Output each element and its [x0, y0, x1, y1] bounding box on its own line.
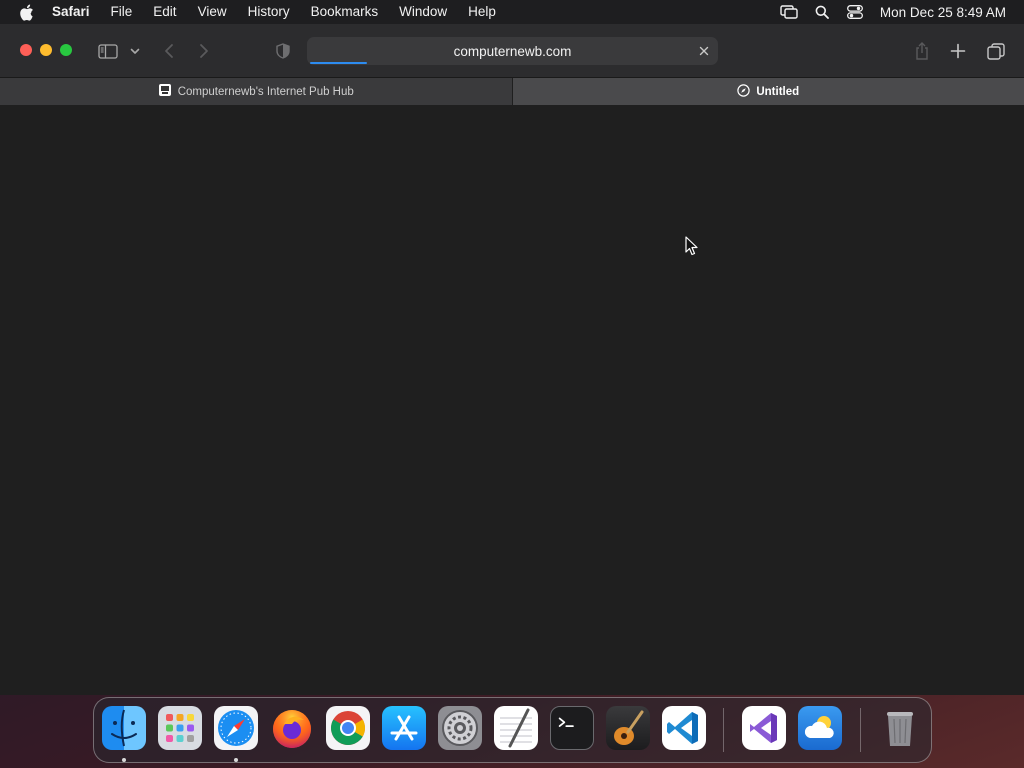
spotlight-search-icon[interactable]	[806, 0, 839, 24]
sidebar-toggle-icon[interactable]	[96, 39, 120, 63]
launchpad-dock-icon[interactable]	[158, 706, 202, 750]
close-window-button[interactable]	[20, 44, 32, 56]
menu-app-name[interactable]: Safari	[52, 0, 100, 24]
share-icon[interactable]	[912, 39, 932, 63]
tab-title: Computernewb's Internet Pub Hub	[177, 85, 354, 98]
finder-running-indicator	[122, 758, 126, 762]
zoom-window-button[interactable]	[60, 44, 72, 56]
menu-view[interactable]: View	[187, 0, 237, 24]
web-content-area[interactable]	[0, 106, 1024, 695]
new-tab-plus-icon[interactable]	[948, 39, 968, 63]
tab-title: Untitled	[756, 85, 800, 98]
menu-history[interactable]: History	[237, 0, 300, 24]
control-center-icon[interactable]	[839, 0, 872, 24]
apple-menu-icon[interactable]	[0, 0, 52, 24]
menu-clock[interactable]: Mon Dec 25 8:49 AM	[872, 5, 1006, 20]
screen-mirroring-icon[interactable]	[773, 0, 806, 24]
page-load-progress-bar	[310, 62, 367, 64]
tab-bar: Computernewb's Internet Pub Hub Untitled	[0, 78, 1024, 105]
address-text[interactable]: computernewb.com	[454, 44, 572, 59]
safari-running-indicator	[234, 758, 238, 762]
app-store-dock-icon[interactable]	[382, 706, 426, 750]
tab-overview-icon[interactable]	[985, 39, 1007, 63]
minimize-window-button[interactable]	[40, 44, 52, 56]
weather-dock-icon[interactable]	[798, 706, 842, 750]
menu-bookmarks[interactable]: Bookmarks	[300, 0, 389, 24]
dock-separator	[860, 708, 861, 752]
terminal-dock-icon[interactable]	[550, 706, 594, 750]
system-preferences-dock-icon[interactable]	[438, 706, 482, 750]
forward-chevron-icon[interactable]	[195, 39, 213, 63]
privacy-shield-icon[interactable]	[274, 39, 292, 63]
menu-help[interactable]: Help	[458, 0, 507, 24]
menu-window[interactable]: Window	[389, 0, 458, 24]
chrome-dock-icon[interactable]	[326, 706, 370, 750]
address-bar[interactable]: computernewb.com	[307, 37, 718, 65]
dock	[93, 697, 932, 763]
tab-groups-chevron-down-icon[interactable]	[128, 39, 142, 63]
menu-edit[interactable]: Edit	[143, 0, 187, 24]
browser-toolbar: computernewb.com	[0, 24, 1024, 78]
visual-studio-code-dock-icon[interactable]	[662, 706, 706, 750]
site-favicon-icon	[158, 83, 172, 100]
mouse-pointer-icon	[685, 236, 699, 261]
visual-studio-dock-icon[interactable]	[742, 706, 786, 750]
firefox-dock-icon[interactable]	[270, 706, 314, 750]
window-controls	[20, 44, 72, 56]
back-chevron-icon[interactable]	[160, 39, 178, 63]
tab-computernewb[interactable]: Computernewb's Internet Pub Hub	[0, 78, 513, 105]
compass-icon	[737, 83, 751, 100]
menu-file[interactable]: File	[100, 0, 143, 24]
textedit-dock-icon[interactable]	[494, 706, 538, 750]
trash-dock-icon[interactable]	[878, 706, 922, 750]
tab-untitled[interactable]: Untitled	[512, 78, 1024, 105]
safari-dock-icon[interactable]	[214, 706, 258, 750]
dock-separator	[723, 708, 724, 752]
finder-dock-icon[interactable]	[102, 706, 146, 750]
garageband-dock-icon[interactable]	[606, 706, 650, 750]
stop-loading-close-icon[interactable]	[696, 43, 712, 59]
menu-bar: Safari File Edit View History Bookmarks …	[0, 0, 1024, 24]
